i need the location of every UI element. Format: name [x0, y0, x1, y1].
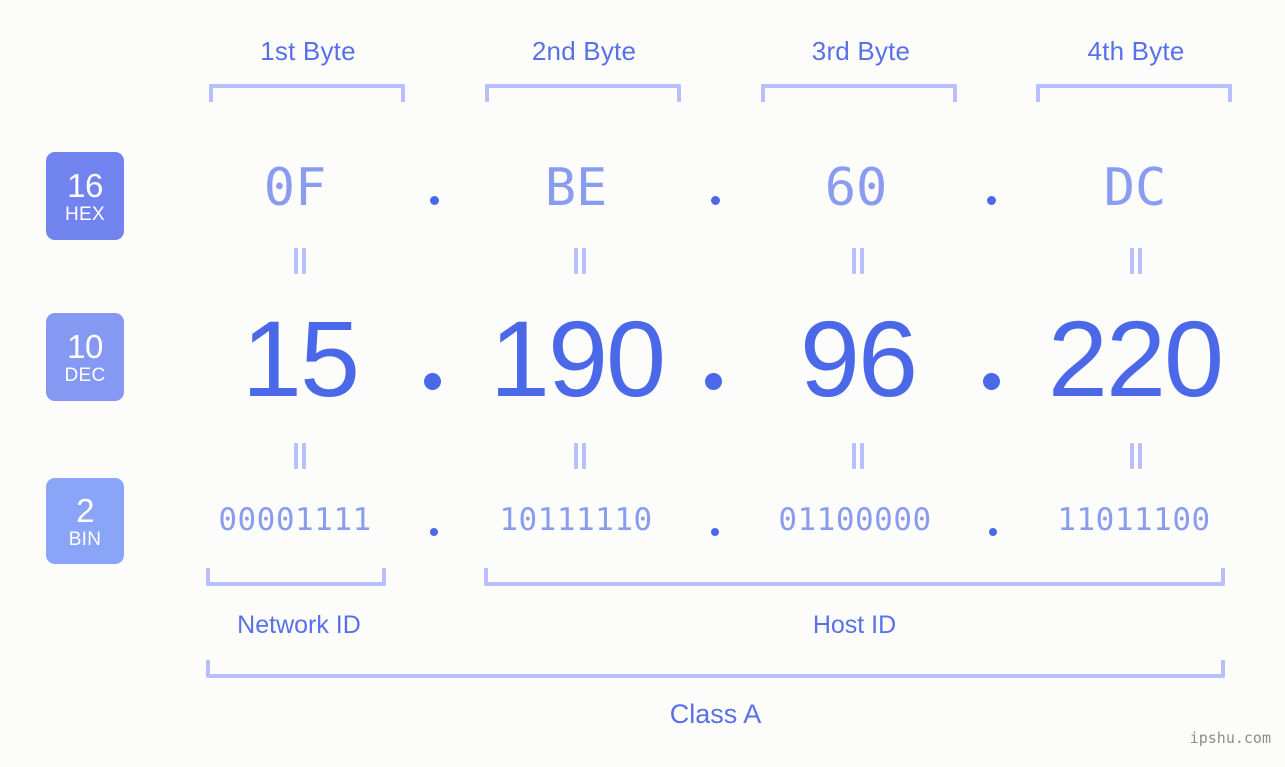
base-badge-bin-name: BIN [68, 528, 102, 550]
dec-octet-3: 96 [799, 298, 918, 419]
dec-octet-2: 190 [489, 298, 666, 419]
hex-octet-4: DC [1103, 158, 1167, 218]
base-badge-dec-number: 10 [67, 327, 103, 365]
watermark: ipshu.com [1189, 729, 1271, 747]
dec-separator-2 [705, 373, 722, 390]
equals-icon-hex-dec-2 [573, 248, 587, 274]
class-label: Class A [669, 699, 762, 729]
bin-separator-1 [430, 528, 438, 536]
equals-icon-dec-bin-3 [851, 443, 865, 469]
byte-bracket-3 [761, 84, 957, 102]
base-badge-dec-name: DEC [64, 364, 106, 386]
base-badge-hex-name: HEX [65, 203, 105, 225]
equals-icon-hex-dec-1 [293, 248, 307, 274]
hex-octet-3: 60 [824, 158, 888, 218]
host-id-bracket [484, 568, 1225, 586]
equals-icon-dec-bin-2 [573, 443, 587, 469]
hex-octet-2: BE [544, 158, 608, 218]
bin-octet-3: 01100000 [778, 502, 932, 538]
dec-octet-1: 15 [241, 298, 360, 419]
dec-octet-4: 220 [1047, 298, 1224, 419]
bin-octet-4: 11011100 [1057, 502, 1211, 538]
base-badge-hex: 16 HEX [46, 152, 124, 240]
base-badge-bin-number: 2 [76, 491, 94, 529]
hex-separator-3 [987, 196, 996, 205]
byte-header-4: 4th Byte [1087, 36, 1185, 66]
class-bracket [206, 660, 1225, 678]
byte-header-3: 3rd Byte [811, 36, 911, 66]
byte-header-2: 2nd Byte [531, 36, 637, 66]
byte-bracket-4 [1036, 84, 1232, 102]
dec-separator-3 [983, 373, 1000, 390]
bin-separator-2 [711, 528, 719, 536]
hex-octet-1: 0F [263, 158, 327, 218]
equals-icon-dec-bin-4 [1129, 443, 1143, 469]
bin-octet-1: 00001111 [218, 502, 372, 538]
ip-address-breakdown-diagram: 1st Byte 2nd Byte 3rd Byte 4th Byte 16 H… [0, 0, 1285, 767]
network-id-bracket [206, 568, 386, 586]
bin-octet-2: 10111110 [499, 502, 653, 538]
base-badge-bin: 2 BIN [46, 478, 124, 564]
host-id-label: Host ID [812, 611, 897, 639]
byte-bracket-1 [209, 84, 405, 102]
equals-icon-dec-bin-1 [293, 443, 307, 469]
bin-separator-3 [989, 528, 997, 536]
hex-separator-1 [430, 196, 439, 205]
hex-separator-2 [711, 196, 720, 205]
dec-separator-1 [424, 373, 441, 390]
byte-header-1: 1st Byte [260, 36, 356, 66]
network-id-label: Network ID [237, 611, 361, 639]
base-badge-hex-number: 16 [67, 166, 103, 204]
equals-icon-hex-dec-3 [851, 248, 865, 274]
byte-bracket-2 [485, 84, 681, 102]
base-badge-dec: 10 DEC [46, 313, 124, 401]
equals-icon-hex-dec-4 [1129, 248, 1143, 274]
